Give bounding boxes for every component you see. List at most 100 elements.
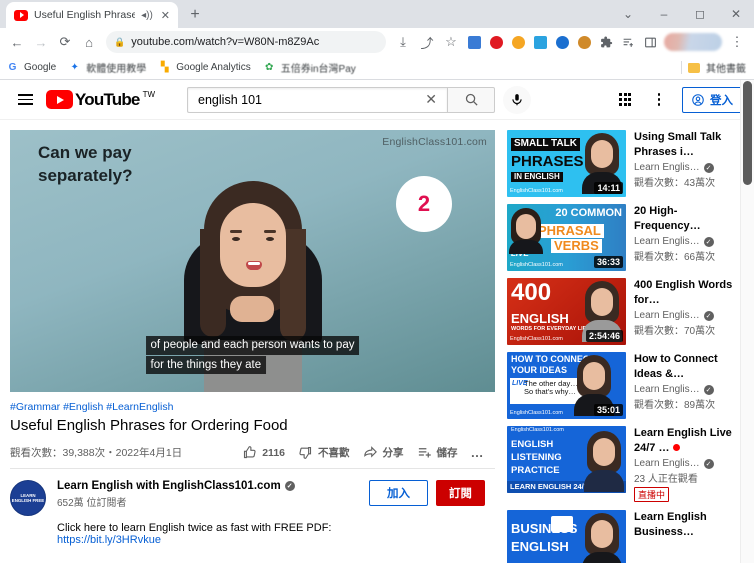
channel-name: Learn Englis… <box>634 236 700 248</box>
bookmark-taiwan-pay[interactable]: ✿ 五倍券in台灣Pay <box>263 60 356 75</box>
chevron-down-icon[interactable]: ⌄ <box>610 0 646 28</box>
google-translate-extension-icon[interactable] <box>464 32 484 52</box>
chrome-menu-icon[interactable]: ⋮ <box>726 31 748 53</box>
channel-avatar[interactable]: LEARN ENGLISH FREE <box>10 480 46 516</box>
bookmark-google[interactable]: G Google <box>6 61 57 74</box>
join-button[interactable]: 加入 <box>369 480 428 506</box>
home-icon[interactable]: ⌂ <box>78 31 100 53</box>
search-input[interactable] <box>198 92 422 107</box>
puzzle-extensions-icon[interactable] <box>596 32 616 52</box>
channel-line[interactable]: Learn Englis… ✓ <box>634 384 743 395</box>
like-button[interactable]: 2116 <box>242 445 285 460</box>
lock-icon: 🔒 <box>114 36 126 47</box>
dislike-button[interactable]: 不喜歡 <box>298 445 350 460</box>
youtube-logo[interactable]: YouTube TW <box>46 90 155 109</box>
voice-search-icon[interactable] <box>503 85 532 114</box>
thumb-tag: LEARN ENGLISH 24/7 <box>510 482 588 492</box>
tab-close-icon[interactable]: ✕ <box>159 9 172 22</box>
reading-list-icon[interactable] <box>618 32 638 52</box>
channel-name: Learn English with EnglishClass101.com <box>57 480 281 492</box>
search-box[interactable]: ✕ <box>187 86 448 113</box>
subscribe-button[interactable]: 訂閱 <box>436 480 485 506</box>
video-thumbnail[interactable]: HOW TO CONNECT YOUR IDEAS The other day…… <box>507 352 626 419</box>
video-actions: 2116 不喜歡 分享 儲存 … <box>242 445 495 460</box>
channel-name: Learn Englis… <box>634 384 700 396</box>
settings-kebab-icon[interactable] <box>644 85 674 115</box>
minimize-icon[interactable]: – <box>646 0 682 28</box>
new-tab-button[interactable]: + <box>182 2 208 28</box>
video-player[interactable]: EnglishClass101.com Can we pay separatel… <box>10 130 495 392</box>
thumb-watermark-top: EnglishClass101.com <box>511 427 564 433</box>
verified-badge-icon: ✓ <box>703 310 714 321</box>
like-count: 2116 <box>262 446 285 459</box>
recommended-video-item[interactable]: 400 ENGLISH WORDS FOR EVERYDAY LIFE Engl… <box>507 278 743 345</box>
clear-search-icon[interactable]: ✕ <box>421 91 441 108</box>
back-icon[interactable]: ← <box>6 31 28 53</box>
video-thumbnail[interactable]: EnglishClass101.com ENGLISH LISTENING PR… <box>507 426 626 493</box>
recommended-video-item[interactable]: BUSINESS ENGLISH Learn English Business… <box>507 510 743 563</box>
share-button[interactable]: 分享 <box>363 445 404 460</box>
hamburger-icon[interactable] <box>8 83 42 117</box>
bookmark-software-tutorial[interactable]: ✦ 軟體使用教學 <box>68 60 147 75</box>
video-thumbnail[interactable]: BUSINESS ENGLISH <box>507 510 626 563</box>
channel-name-row[interactable]: Learn English with EnglishClass101.com ✓ <box>57 480 358 492</box>
maximize-icon[interactable]: ◻ <box>682 0 718 28</box>
tab-title: Useful English Phrases for O <box>34 9 136 21</box>
description-link[interactable]: https://bit.ly/3HRvkue <box>57 534 161 546</box>
bookmark-star-icon[interactable]: ☆ <box>440 31 462 53</box>
youtube-play-icon <box>46 90 73 109</box>
primary-column: EnglishClass101.com Can we pay separatel… <box>10 130 495 562</box>
video-thumbnail[interactable]: SMALL TALK PHRASES IN ENGLISH EnglishCla… <box>507 130 626 197</box>
video-thumbnail[interactable]: 400 ENGLISH WORDS FOR EVERYDAY LIFE Engl… <box>507 278 626 345</box>
install-app-icon[interactable]: ⤓ <box>392 31 414 53</box>
reload-icon[interactable]: ⟳ <box>54 31 76 53</box>
channel-line[interactable]: Learn Englis… ✓ <box>634 458 743 469</box>
search-button[interactable] <box>447 86 496 113</box>
video-info: Learn English Live 24/7 … Learn Englis… … <box>634 426 743 503</box>
save-button[interactable]: 儲存 <box>417 445 458 460</box>
channel-line[interactable]: Learn Englis… ✓ <box>634 162 743 173</box>
video-duration: 2:54:46 <box>585 330 623 342</box>
recommended-video-item[interactable]: SMALL TALK PHRASES IN ENGLISH EnglishCla… <box>507 130 743 197</box>
video-thumbnail[interactable]: 20 COMMON PHRASAL VERBS LIVE EnglishClas… <box>507 204 626 271</box>
compass-extension-icon[interactable] <box>508 32 528 52</box>
clock-extension-icon[interactable] <box>552 32 572 52</box>
address-bar[interactable]: 🔒 youtube.com/watch?v=W80N-m8Z9Ac <box>106 31 386 53</box>
apps-grid-icon[interactable] <box>610 85 640 115</box>
bookmark-google-analytics[interactable]: ▚ Google Analytics <box>158 61 251 74</box>
thumb-line-2: PHRASAL <box>535 224 604 238</box>
recommended-video-item[interactable]: HOW TO CONNECT YOUR IDEAS The other day…… <box>507 352 743 419</box>
video-title: Useful English Phrases for Ordering Food <box>10 417 288 434</box>
close-window-icon[interactable]: ✕ <box>718 0 754 28</box>
video-title-text: Learn English Live 24/7 … <box>634 427 732 454</box>
thumb-line-2: ENGLISH <box>511 311 569 326</box>
video-info: Using Small Talk Phrases i… Learn Englis… <box>634 130 743 197</box>
browser-tab-active[interactable]: Useful English Phrases for O ◂)) ✕ <box>6 2 178 28</box>
honey-extension-icon[interactable] <box>574 32 594 52</box>
screenshot-extension-icon[interactable] <box>530 32 550 52</box>
forward-icon[interactable]: → <box>30 31 52 53</box>
recommended-video-item[interactable]: EnglishClass101.com ENGLISH LISTENING PR… <box>507 426 743 503</box>
channel-line[interactable]: Learn Englis… ✓ <box>634 236 743 247</box>
page-scrollbar[interactable] <box>740 80 754 563</box>
folder-icon <box>688 62 700 73</box>
browser-window: Useful English Phrases for O ◂)) ✕ + ⌄ –… <box>0 0 754 563</box>
sign-in-button[interactable]: 登入 <box>682 86 742 113</box>
player-watermark: EnglishClass101.com <box>382 136 487 148</box>
share-icon[interactable]: ⤴ <box>416 31 438 53</box>
opera-extension-icon[interactable] <box>486 32 506 52</box>
channel-line[interactable]: Learn Englis… ✓ <box>634 310 743 321</box>
verified-badge-icon: ✓ <box>703 384 714 395</box>
google-icon: G <box>8 62 17 73</box>
thumb-tag: LIVE <box>512 380 528 387</box>
video-duration: 36:33 <box>593 256 623 268</box>
side-panel-icon[interactable] <box>640 32 660 52</box>
scrollbar-thumb[interactable] <box>743 81 752 185</box>
tab-audio-icon[interactable]: ◂)) <box>141 10 153 21</box>
more-actions-icon[interactable]: … <box>471 445 486 460</box>
profile-avatar[interactable] <box>664 33 722 51</box>
recommended-video-item[interactable]: 20 COMMON PHRASAL VERBS LIVE EnglishClas… <box>507 204 743 271</box>
other-bookmarks[interactable]: 其他書籤 <box>681 60 746 75</box>
video-hashtags[interactable]: #Grammar #English #LearnEnglish <box>10 401 495 413</box>
blue-star-icon: ✦ <box>70 62 79 73</box>
